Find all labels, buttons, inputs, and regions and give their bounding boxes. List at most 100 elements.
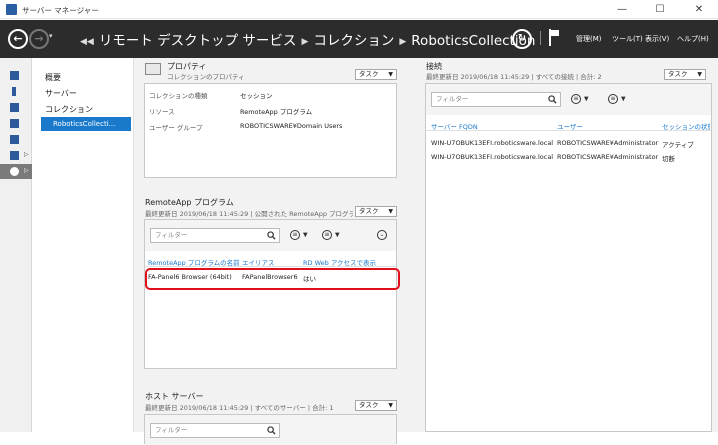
- chevron-down-icon: ▼: [584, 95, 589, 103]
- table-cell[interactable]: WIN-U7OBUK13EFI.roboticsware.local: [431, 139, 553, 147]
- task-label: タスク: [359, 207, 379, 215]
- server-manager-icon: [6, 4, 17, 15]
- main-content: プロパティ コレクションのプロパティ タスク ▼ コレクションの種類 セッション …: [134, 58, 718, 445]
- menu-help[interactable]: ヘルプ(H): [677, 34, 709, 44]
- connections-save-query[interactable]: ≡ ▼: [608, 94, 626, 104]
- table-cell[interactable]: アクティブ: [662, 139, 694, 149]
- menu-manage[interactable]: 管理(M): [576, 34, 602, 44]
- table-cell[interactable]: ROBOTICSWARE¥Administrator: [557, 139, 658, 147]
- expand-icon[interactable]: ▷: [24, 167, 29, 174]
- remoteapp-subtitle: 最終更新日 2019/06/18 11:45:29 | 公開された Remote…: [145, 210, 353, 218]
- remote-desktop-icon: [10, 167, 19, 176]
- rail-ad-ds[interactable]: [0, 116, 32, 131]
- task-label: タスク: [359, 70, 379, 78]
- rail-local-server[interactable]: [0, 84, 32, 99]
- menu-view[interactable]: 表示(V): [645, 34, 669, 44]
- remoteapp-filter-input[interactable]: フィルター: [150, 228, 280, 243]
- expand-icon: ⌄: [377, 230, 387, 240]
- breadcrumb-double-chevron-icon: ◀◀: [80, 37, 94, 47]
- header-divider: [426, 130, 711, 131]
- breadcrumb-separator-icon: ▶: [399, 37, 407, 47]
- menu-tools[interactable]: ツール(T): [612, 34, 643, 44]
- chevron-down-icon: ▼: [335, 231, 340, 239]
- maximize-button[interactable]: ☐: [641, 0, 679, 19]
- search-icon[interactable]: [548, 95, 557, 104]
- header-divider: [145, 266, 396, 267]
- left-navigation: 概要 サーバー コレクション RoboticsCollecti...: [33, 58, 134, 432]
- table-cell[interactable]: WIN-U7OBUK13EFI.roboticsware.local: [431, 153, 553, 161]
- prop-label: リソース: [149, 108, 175, 116]
- iis-icon: [10, 151, 19, 160]
- chevron-down-icon: ▼: [303, 231, 308, 239]
- window-title: サーバー マネージャー: [22, 6, 99, 15]
- hosts-panel: フィルター: [144, 414, 397, 445]
- connections-subtitle: 最終更新日 2019/06/18 11:45:29 | すべての接続 | 合計:…: [426, 73, 602, 81]
- connections-task-button[interactable]: タスク ▼: [664, 69, 706, 80]
- rail-dashboard[interactable]: [0, 68, 32, 83]
- nav-collection-robotics[interactable]: RoboticsCollecti...: [41, 117, 131, 131]
- properties-icon: [145, 63, 161, 75]
- view-options-icon: ≡: [571, 94, 581, 104]
- search-icon[interactable]: [267, 426, 276, 435]
- prop-value: セッション: [240, 92, 273, 100]
- properties-panel: コレクションの種類 セッション リソース RemoteApp プログラム ユーザ…: [144, 83, 397, 178]
- save-query-icon: ≡: [608, 94, 618, 104]
- task-label: タスク: [668, 70, 688, 78]
- prop-value: RemoteApp プログラム: [240, 108, 313, 116]
- hosts-filter-input[interactable]: フィルター: [150, 423, 280, 438]
- rail-file-storage[interactable]: [0, 132, 32, 147]
- chevron-down-icon: ▼: [388, 71, 393, 78]
- ad-ds-icon: [10, 119, 19, 128]
- forward-button[interactable]: →: [29, 29, 49, 49]
- annotation-highlight: [145, 268, 400, 290]
- icon-rail: ▷ ▷: [0, 58, 32, 432]
- rail-remote-desktop[interactable]: ▷: [0, 164, 32, 179]
- chevron-down-icon: ▼: [388, 208, 393, 215]
- hosts-subtitle: 最終更新日 2019/06/18 11:45:29 | すべてのサーバー | 合…: [145, 404, 334, 412]
- remoteapp-panel: フィルター ≡ ▼ ≡ ▼ ⌄ RemoteApp プログラムの名前 エイリアス R…: [144, 219, 397, 369]
- title-bar: サーバー マネージャー — ☐ ✕: [0, 0, 718, 19]
- remoteapp-task-button[interactable]: タスク ▼: [355, 206, 397, 217]
- dashboard-icon: [10, 71, 19, 80]
- remoteapp-view-options[interactable]: ≡ ▼: [290, 230, 308, 240]
- rail-iis[interactable]: ▷: [0, 148, 32, 163]
- breadcrumb-item-rds[interactable]: リモート デスクトップ サービス: [99, 33, 297, 49]
- remoteapp-expand[interactable]: ⌄: [377, 230, 390, 240]
- remoteapp-save-query[interactable]: ≡ ▼: [322, 230, 340, 240]
- toolbar-divider: [540, 31, 541, 45]
- connections-view-options[interactable]: ≡ ▼: [571, 94, 589, 104]
- navigation-bar: ← → ▾ ◀◀ リモート デスクトップ サービス ▶ コレクション ▶ Robotics…: [0, 20, 718, 58]
- properties-task-button[interactable]: タスク ▼: [355, 69, 397, 80]
- minimize-button[interactable]: —: [603, 0, 641, 19]
- chevron-down-icon: ▼: [388, 402, 393, 409]
- task-label: タスク: [359, 401, 379, 409]
- breadcrumb: ◀◀ リモート デスクトップ サービス ▶ コレクション ▶ RoboticsCollec…: [80, 29, 535, 49]
- hosts-task-button[interactable]: タスク ▼: [355, 400, 397, 411]
- connections-filter-input[interactable]: フィルター: [431, 92, 561, 107]
- properties-subtitle: コレクションのプロパティ: [167, 73, 245, 81]
- nav-collections[interactable]: コレクション: [45, 104, 93, 115]
- notifications-flag-icon[interactable]: [549, 29, 560, 46]
- prop-value: ROBOTICSWARE¥Domain Users: [240, 122, 343, 130]
- nav-overview[interactable]: 概要: [45, 72, 61, 83]
- connections-panel: フィルター ≡ ▼ ≡ ▼ サーバー FQDN ユーザー セッションの状態 WIN-…: [425, 83, 712, 432]
- close-button[interactable]: ✕: [680, 0, 718, 19]
- prop-label: コレクションの種類: [149, 92, 208, 100]
- table-cell[interactable]: 切断: [662, 153, 675, 163]
- save-query-icon: ≡: [322, 230, 332, 240]
- table-cell[interactable]: ROBOTICSWARE¥Administrator: [557, 153, 658, 161]
- hosts-title: ホスト サーバー: [145, 392, 204, 401]
- prop-label: ユーザー グループ: [149, 124, 203, 132]
- search-icon[interactable]: [267, 231, 276, 240]
- breadcrumb-separator-icon: ▶: [301, 37, 309, 47]
- file-storage-icon: [10, 135, 19, 144]
- breadcrumb-item-collections[interactable]: コレクション: [313, 33, 394, 49]
- nav-servers[interactable]: サーバー: [45, 88, 77, 99]
- history-dropdown-icon[interactable]: ▾: [49, 32, 53, 40]
- back-button[interactable]: ←: [8, 29, 28, 49]
- rail-all-servers[interactable]: [0, 100, 32, 115]
- chevron-down-icon: ▼: [621, 95, 626, 103]
- refresh-button[interactable]: ↻: [512, 29, 532, 49]
- local-server-icon: [12, 87, 16, 96]
- expand-icon[interactable]: ▷: [24, 151, 29, 158]
